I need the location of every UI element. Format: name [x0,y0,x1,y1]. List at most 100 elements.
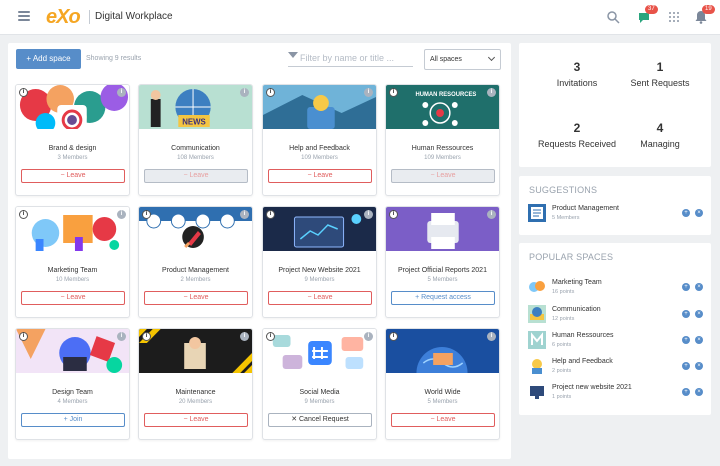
spaces-filter-select[interactable]: All spaces [424,49,501,70]
close-icon[interactable]: × [695,336,703,344]
info-icon[interactable]: i [19,332,28,341]
space-name[interactable]: Human Ressources [386,145,499,152]
info-icon[interactable]: i [364,210,373,219]
info-icon[interactable]: i [19,88,28,97]
space-name[interactable]: Help and Feedback [263,145,376,152]
search-icon[interactable] [606,10,620,24]
info-icon[interactable]: i [389,88,398,97]
space-card[interactable]: i i Help and Feedback 109 Members − Leave [262,84,377,196]
info-icon[interactable]: i [364,88,373,97]
info-icon[interactable]: i [364,332,373,341]
notification-bell-icon[interactable]: 19 [694,5,715,24]
invitations-label[interactable]: Invitations [532,78,622,88]
leave-button[interactable]: − Leave [144,169,248,183]
info-icon[interactable]: i [487,332,496,341]
space-card[interactable]: NEWS i Communication 108 Members − Leave [138,84,253,196]
popular-space-name[interactable]: Communication [552,306,601,313]
requests-received-count[interactable]: 2 [532,121,622,135]
join-button[interactable]: + Join [21,413,125,427]
info-icon[interactable]: i [487,88,496,97]
space-card[interactable]: i i Product Management 2 Members − Leave [138,206,253,318]
leave-button[interactable]: − Leave [144,291,248,305]
info-icon[interactable]: i [19,210,28,219]
leave-button[interactable]: − Leave [391,169,495,183]
popular-space-name[interactable]: Marketing Team [552,279,602,286]
info-icon[interactable]: i [117,332,126,341]
popular-space-item[interactable]: Project new website 2021 1 points + × [528,383,703,403]
accept-icon[interactable]: + [682,362,690,370]
info-icon[interactable]: i [240,88,249,97]
suggestion-item[interactable]: Product Management 5 Members + × [528,204,703,224]
info-icon[interactable]: i [240,210,249,219]
popular-space-item[interactable]: Marketing Team 16 points + × [528,278,703,298]
leave-button[interactable]: − Leave [391,413,495,427]
leave-button[interactable]: − Leave [268,291,372,305]
managing-label[interactable]: Managing [615,139,705,149]
cancel-request-button[interactable]: ✕ Cancel Request [268,413,372,427]
popular-space-name[interactable]: Human Ressources [552,332,613,339]
popular-space-item[interactable]: Communication 12 points + × [528,305,703,325]
space-name[interactable]: Project Official Reports 2021 [386,267,499,274]
space-card[interactable]: i i Design Team 4 Members + Join [15,328,130,440]
info-icon[interactable]: i [142,210,151,219]
leave-button[interactable]: − Leave [144,413,248,427]
space-card[interactable]: i i Project New Website 2021 9 Members − … [262,206,377,318]
space-name[interactable]: Marketing Team [16,267,129,274]
space-name[interactable]: Communication [139,145,252,152]
exo-logo[interactable]: eXo [46,6,81,29]
space-name[interactable]: Social Media [263,389,376,396]
space-card[interactable]: i i Brand & design 3 Members − Leave [15,84,130,196]
space-card[interactable]: i i Marketing Team 10 Members − Leave [15,206,130,318]
info-icon[interactable]: i [117,210,126,219]
info-icon[interactable]: i [266,332,275,341]
info-icon[interactable]: i [389,210,398,219]
suggestion-name[interactable]: Product Management [552,205,619,212]
space-card[interactable]: i i Project Official Reports 2021 5 Membe… [385,206,500,318]
space-card[interactable]: i i Social Media 9 Members ✕ Cancel Reque… [262,328,377,440]
close-icon[interactable]: × [695,310,703,318]
leave-button[interactable]: − Leave [268,169,372,183]
space-name[interactable]: World Wide [386,389,499,396]
space-card[interactable]: HUMAN RESOURCES i i Human Ressources 109 … [385,84,500,196]
info-icon[interactable]: i [266,88,275,97]
requests-received-label[interactable]: Requests Received [532,139,622,149]
info-icon[interactable]: i [117,88,126,97]
space-name[interactable]: Product Management [139,267,252,274]
popular-space-item[interactable]: Human Ressources 6 points + × [528,331,703,351]
close-icon[interactable]: × [695,388,703,396]
menu-icon[interactable] [18,11,30,21]
leave-button[interactable]: − Leave [21,291,125,305]
info-icon[interactable]: i [487,210,496,219]
sent-requests-count[interactable]: 1 [615,60,705,74]
close-icon[interactable]: × [695,283,703,291]
info-icon[interactable]: i [266,210,275,219]
space-name[interactable]: Project New Website 2021 [263,267,376,274]
accept-icon[interactable]: + [682,209,690,217]
managing-count[interactable]: 4 [615,121,705,135]
info-icon[interactable]: i [240,332,249,341]
leave-button[interactable]: − Leave [21,169,125,183]
sent-requests-label[interactable]: Sent Requests [615,78,705,88]
close-icon[interactable]: × [695,362,703,370]
info-icon[interactable]: i [389,332,398,341]
add-space-button[interactable]: + Add space [16,49,81,69]
space-card[interactable]: i i World Wide 5 Members − Leave [385,328,500,440]
apps-grid-icon[interactable] [667,10,681,24]
accept-icon[interactable]: + [682,388,690,396]
accept-icon[interactable]: + [682,310,690,318]
close-icon[interactable]: × [695,209,703,217]
space-name[interactable]: Design Team [16,389,129,396]
invitations-count[interactable]: 3 [532,60,622,74]
request-access-button[interactable]: + Request access [391,291,495,305]
space-card[interactable]: i i Maintenance 20 Members − Leave [138,328,253,440]
space-name[interactable]: Brand & design [16,145,129,152]
popular-space-item[interactable]: Help and Feedback 2 points + × [528,357,703,377]
info-icon[interactable]: i [142,332,151,341]
filter-input[interactable]: Filter by name or title ... [288,50,413,67]
space-name[interactable]: Maintenance [139,389,252,396]
chat-icon[interactable]: 37 [637,5,658,24]
popular-space-name[interactable]: Help and Feedback [552,358,613,365]
accept-icon[interactable]: + [682,336,690,344]
popular-space-name[interactable]: Project new website 2021 [552,384,632,391]
accept-icon[interactable]: + [682,283,690,291]
